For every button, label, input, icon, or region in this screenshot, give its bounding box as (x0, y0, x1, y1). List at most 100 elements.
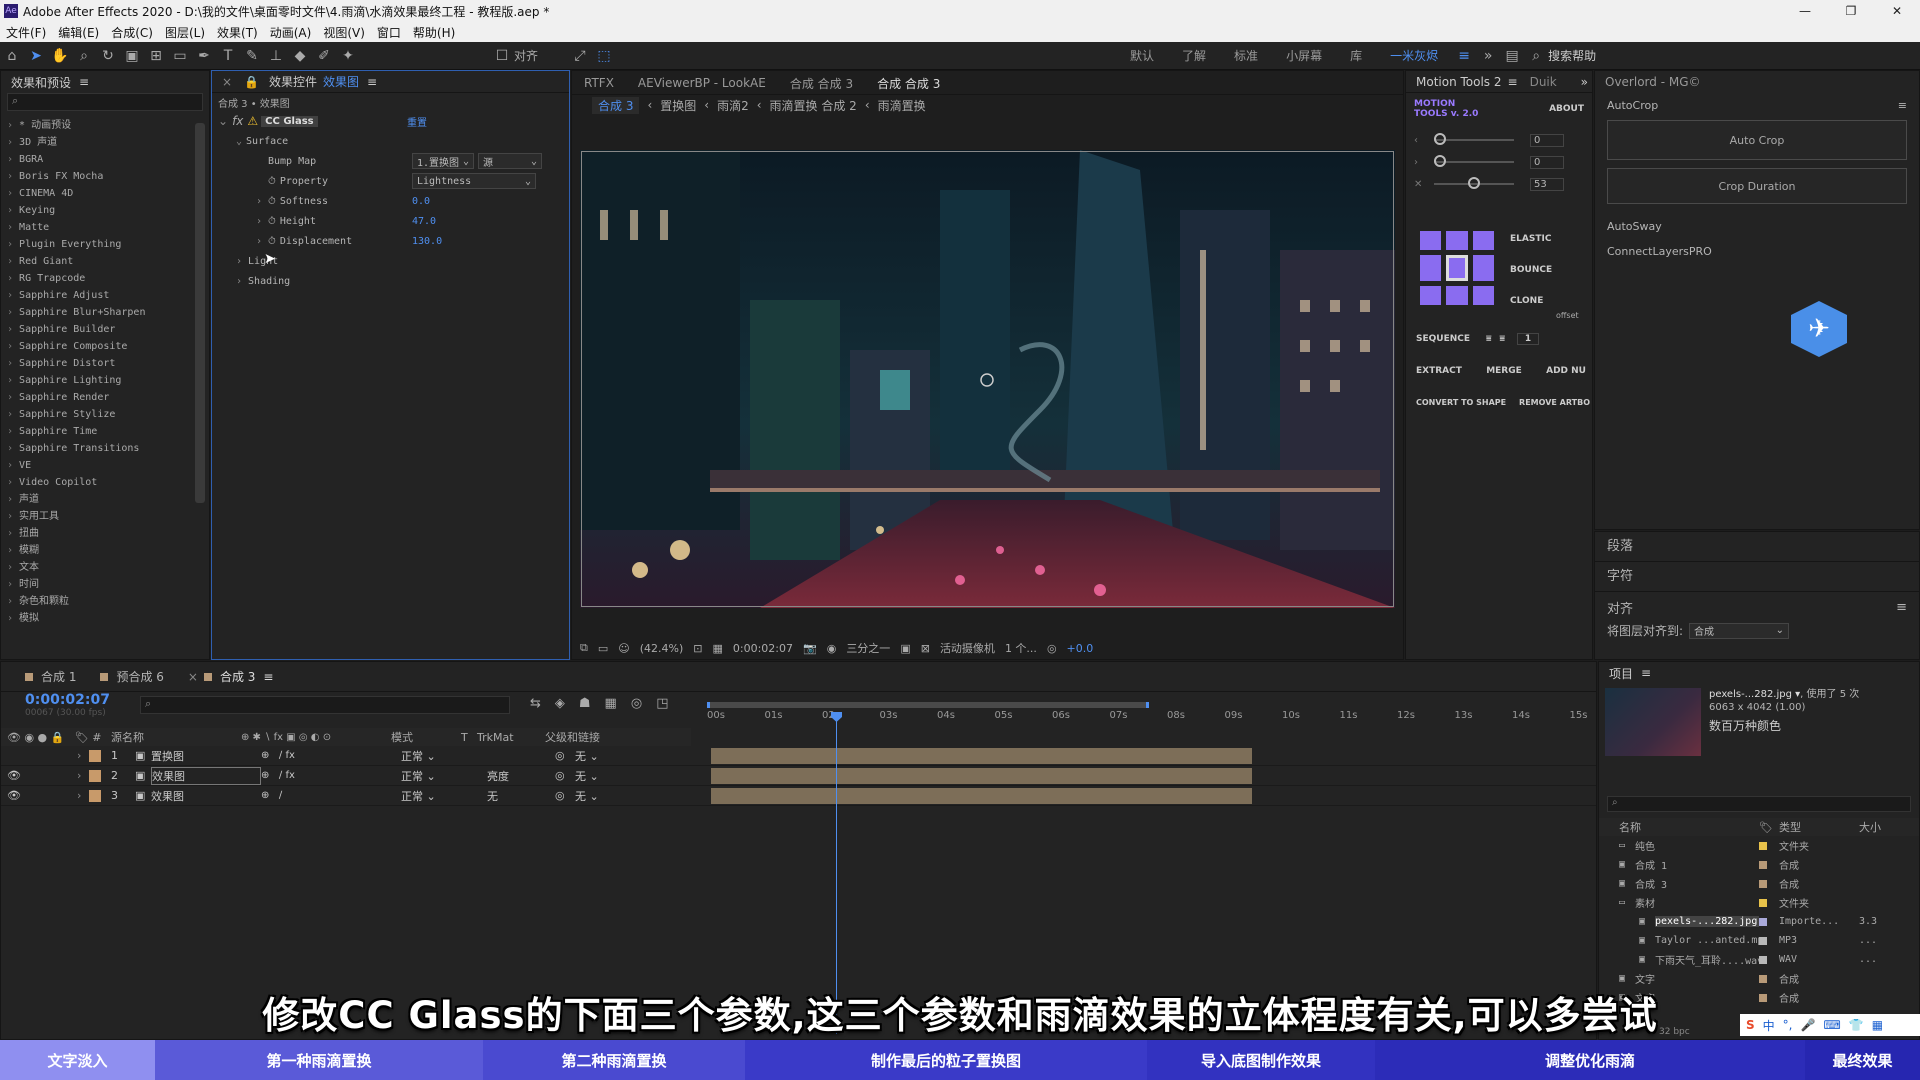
grid-snap-icon[interactable]: ⬚ (592, 44, 616, 68)
effects-category[interactable]: Sapphire Builder (1, 321, 197, 338)
effects-category[interactable]: 扭曲 (1, 525, 197, 542)
timeline-timecode[interactable]: 0:00:02:07 (25, 692, 110, 708)
overflow-chevron-icon[interactable]: » (1476, 44, 1500, 68)
effects-category[interactable]: 声道 (1, 491, 197, 508)
parent-pickwhip-icon[interactable]: ◎ (555, 749, 575, 762)
effect-controls-layer[interactable]: 效果图 (323, 73, 359, 90)
flow-comp-3[interactable]: 合成 3 (592, 96, 640, 114)
project-item-row[interactable]: ▣ pexels-...282.jpg Importe... 3.3 (1599, 912, 1919, 931)
project-item-row[interactable]: ▣ 合成 3 合成 (1599, 874, 1919, 893)
displacement-value[interactable]: 130.0 (412, 236, 442, 247)
effects-category[interactable]: CINEMA 4D (1, 185, 197, 202)
panel-menu-icon[interactable]: ≡ (1896, 600, 1907, 615)
rotate-tool-icon[interactable]: ↻ (96, 44, 120, 68)
chapter-7[interactable]: 最终效果 (1805, 1040, 1920, 1080)
type-tool-icon[interactable]: T (216, 44, 240, 68)
project-file-name[interactable]: pexels-...282.jpg ▾ (1709, 689, 1800, 700)
convert-to-shape-button[interactable]: CONVERT TO SHAPE (1416, 398, 1506, 407)
effects-category[interactable]: VE (1, 457, 197, 474)
about-button[interactable]: ABOUT (1549, 104, 1584, 114)
ime-tray[interactable]: S 中 °, 🎤 ⌨ 👕 ▦ (1740, 1014, 1920, 1036)
layer-mode-dropdown[interactable]: 正常 ⌄ (401, 748, 471, 764)
effects-category[interactable]: 模拟 (1, 610, 197, 627)
grid-icon[interactable]: ▦ (712, 642, 722, 655)
project-item-row[interactable]: ▭ 素材 文件夹 (1599, 893, 1919, 912)
zoom-tool-icon[interactable]: ⌕ (72, 44, 96, 68)
roto-brush-tool-icon[interactable]: ✐ (312, 44, 336, 68)
camera-dropdown[interactable]: 活动摄像机 (940, 640, 995, 656)
selection-tool-icon[interactable]: ➤ (24, 44, 48, 68)
bump-map-source-dropdown[interactable]: 源 ⌄ (478, 153, 542, 169)
layer-mode-dropdown[interactable]: 正常 ⌄ (401, 768, 471, 784)
views-dropdown[interactable]: 1 个... (1005, 640, 1037, 656)
merge-button[interactable]: MERGE (1486, 366, 1522, 376)
composition-mini-flowchart-icon[interactable]: ⇆ (530, 696, 541, 711)
effects-category[interactable]: * 动画预设 (1, 117, 197, 134)
timeline-layer-row[interactable]: 👁 › 3 ▣ 效果图 ⊕ ∕ 正常 ⌄ 无 ◎ 无 ⌄ (1, 786, 1596, 806)
layer-label-color[interactable] (89, 769, 101, 782)
chapter-4[interactable]: 制作最后的粒子置换图 (745, 1040, 1147, 1080)
timeline-tab-comp-3[interactable]: × 合成 3 ≡ (188, 668, 274, 685)
effects-category[interactable]: 3D 声道 (1, 134, 197, 151)
effects-category[interactable]: 杂色和颗粒 (1, 593, 197, 610)
panel-menu-icon[interactable]: ≡ (367, 75, 377, 89)
stopwatch-icon[interactable]: ⏱ (268, 236, 276, 247)
add-null-button[interactable]: ADD NU (1546, 366, 1586, 376)
maximize-button[interactable]: ❐ (1828, 0, 1874, 22)
align-to-dropdown[interactable]: 合成 ⌄ (1689, 622, 1790, 639)
bump-map-layer-dropdown[interactable]: 1.置换图 ⌄ (412, 153, 474, 169)
layer-switches[interactable]: ⊕ ∕ (261, 790, 401, 801)
align-checkbox-icon[interactable]: ☐ (490, 44, 514, 68)
project-search-input[interactable]: ⌕ (1607, 796, 1911, 812)
panel-menu-icon[interactable]: ≡ (79, 75, 89, 89)
snapshot-icon[interactable]: 📷 (803, 642, 817, 655)
visibility-eye-icon[interactable]: 👁 (1, 789, 21, 802)
effects-category[interactable]: RG Trapcode (1, 270, 197, 287)
rectangle-tool-icon[interactable]: ▭ (168, 44, 192, 68)
workspace-learn[interactable]: 了解 (1168, 47, 1220, 64)
slider-value-1[interactable]: 0 (1530, 133, 1564, 147)
parent-pickwhip-icon[interactable]: ◎ (555, 789, 575, 802)
layer-expand-chevron-icon[interactable]: › (77, 769, 89, 782)
composition-viewer-image[interactable] (580, 150, 1395, 608)
eraser-tool-icon[interactable]: ◆ (288, 44, 312, 68)
effects-category[interactable]: 实用工具 (1, 508, 197, 525)
connect-layers-label[interactable]: ConnectLayersPRO (1595, 241, 1919, 262)
transparency-grid-icon[interactable]: ⊠ (921, 642, 930, 655)
elastic-button[interactable]: ELASTIC (1510, 224, 1552, 255)
layer-name[interactable]: 效果图 (151, 788, 261, 804)
graph-editor-icon[interactable]: ◳ (656, 696, 668, 711)
tab-comp-3-a[interactable]: 合成 合成 3 (778, 71, 865, 95)
workspace-active[interactable]: 一米灰烬 (1376, 47, 1452, 64)
workspace-standard[interactable]: 标准 (1220, 47, 1272, 64)
effects-category[interactable]: Sapphire Transitions (1, 440, 197, 457)
panel-menu-icon[interactable]: ≡ (1508, 75, 1518, 89)
current-time-display[interactable]: 0:00:02:07 (733, 642, 793, 655)
effects-category[interactable]: Video Copilot (1, 474, 197, 491)
chapter-2[interactable]: 第一种雨滴置换 (155, 1040, 483, 1080)
parent-column[interactable]: 父级和链接 (545, 729, 600, 745)
height-value[interactable]: 47.0 (412, 216, 436, 227)
work-area-bar[interactable] (707, 702, 1149, 708)
effects-category[interactable]: 时间 (1, 576, 197, 593)
menu-effect[interactable]: 效果(T) (211, 24, 264, 41)
visibility-eye-icon[interactable]: 👁 (1, 769, 21, 782)
frame-blending-icon[interactable]: ▦ (605, 696, 617, 711)
layer-duration-bar[interactable] (711, 768, 1252, 784)
layer-name[interactable]: 置换图 (151, 748, 261, 764)
camera-tool-icon[interactable]: ▣ (120, 44, 144, 68)
property-dropdown[interactable]: Lightness ⌄ (412, 173, 536, 189)
chapter-3[interactable]: 第二种雨滴置换 (483, 1040, 745, 1080)
time-ruler[interactable]: 00s 01s 02s 03s 04s 05s 06s 07s 08s 09s 10s 11s 12s 1… (703, 698, 1587, 758)
timeline-layer-row[interactable]: 👁 › 2 ▣ 效果图 ⊕ ∕ fx 正常 ⌄ 亮度 ◎ 无 ⌄ (1, 766, 1596, 786)
stopwatch-icon[interactable]: ⏱ (268, 176, 276, 187)
menu-help[interactable]: 帮助(H) (407, 24, 461, 41)
panel-menu-icon[interactable]: ≡ (1898, 99, 1907, 112)
bounce-button[interactable]: BOUNCE (1510, 255, 1552, 286)
workspace-menu-icon[interactable]: ≡ (1452, 44, 1476, 68)
menu-view[interactable]: 视图(V) (317, 24, 371, 41)
slider-track[interactable] (1434, 133, 1514, 145)
monitor-icon[interactable]: ▭ (598, 642, 608, 655)
effect-row-cc-glass[interactable]: ⌄ fx ⚠ CC Glass 重置 (212, 111, 569, 131)
minimize-button[interactable]: — (1782, 0, 1828, 22)
